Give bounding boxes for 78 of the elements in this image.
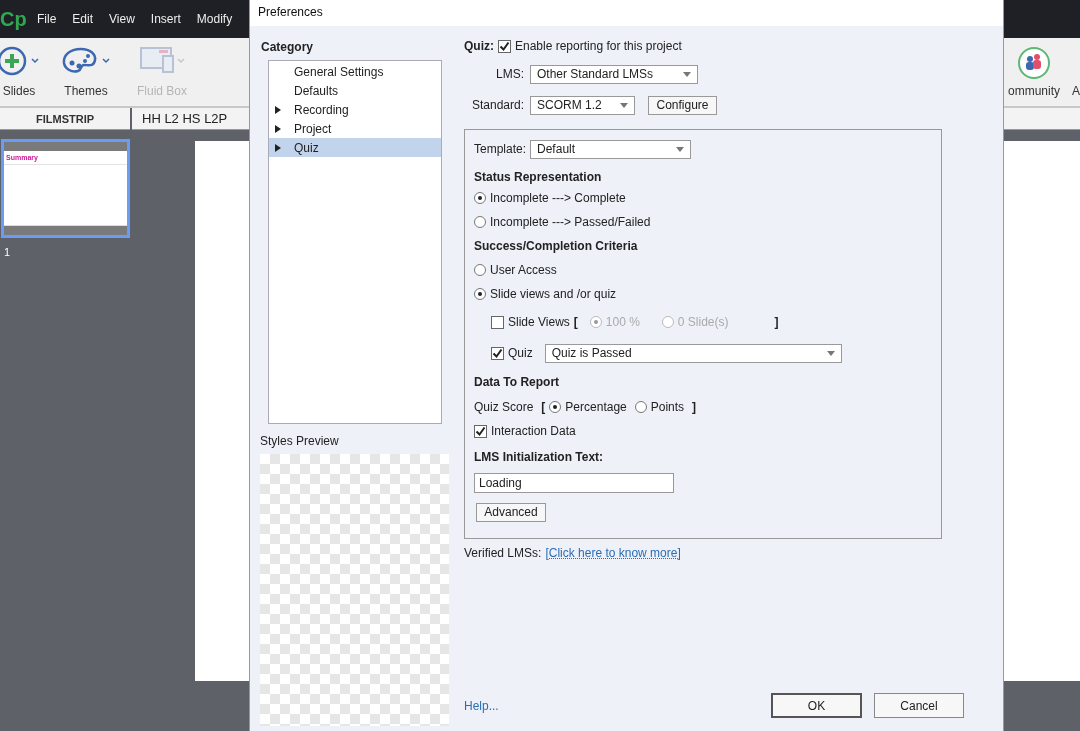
dropdown-caret-icon xyxy=(683,71,691,77)
ok-button[interactable]: OK xyxy=(771,693,862,718)
quiz-label: Quiz: xyxy=(464,39,494,53)
bracket: [ xyxy=(541,400,546,414)
toolbar-label[interactable]: Slides xyxy=(2,84,36,98)
section-heading: Status Representation xyxy=(474,170,602,184)
document-tab[interactable]: HH L2 HS L2P xyxy=(142,111,228,126)
standard-select[interactable]: SCORM 1.2 xyxy=(530,95,635,115)
option-label: 0 Slide(s) xyxy=(677,315,729,329)
radio-button[interactable] xyxy=(634,401,647,413)
category-item[interactable]: Quiz xyxy=(269,138,441,157)
bracket: ] xyxy=(692,400,697,414)
slide-number: 1 xyxy=(4,246,12,258)
init-text-field[interactable]: Loading xyxy=(474,473,674,493)
section-heading: Data To Report xyxy=(474,375,560,389)
category-item[interactable]: Defaults xyxy=(269,81,441,100)
menu-item[interactable]: View xyxy=(109,12,135,26)
cancel-button[interactable]: Cancel xyxy=(874,693,964,718)
expand-icon xyxy=(275,124,281,133)
checkbox[interactable] xyxy=(491,346,504,360)
palette-icon xyxy=(61,46,111,76)
option-label: Incomplete ---> Complete xyxy=(490,191,626,205)
radio-button[interactable] xyxy=(549,401,562,413)
radio-button[interactable] xyxy=(474,264,486,276)
menu-item[interactable]: File xyxy=(37,12,57,26)
expand-icon xyxy=(275,143,281,152)
styles-preview-label: Styles Preview xyxy=(260,434,340,448)
lms-select[interactable]: Other Standard LMSs xyxy=(530,64,698,84)
dropdown-caret-icon xyxy=(676,146,685,152)
lms-label: LMS: xyxy=(495,67,525,81)
section-heading: Success/Completion Criteria xyxy=(474,239,638,253)
slide-views-label: Slide Views xyxy=(508,315,570,329)
category-item[interactable]: Project xyxy=(269,119,441,138)
menu-item[interactable]: Edit xyxy=(72,12,94,26)
option-label: User Access xyxy=(490,263,557,277)
menu-item[interactable]: Insert xyxy=(150,12,181,26)
section-heading: LMS Initialization Text: xyxy=(474,450,604,464)
category-heading: Category xyxy=(261,40,314,54)
option-label: Slide views and /or quiz xyxy=(490,287,617,301)
expand-icon xyxy=(275,105,281,114)
radio-button[interactable] xyxy=(474,192,486,204)
bracket: ] xyxy=(774,315,779,329)
checkbox[interactable] xyxy=(498,39,511,53)
quiz-score-label: Quiz Score xyxy=(474,400,534,414)
advanced-button[interactable]: Advanced xyxy=(476,502,546,522)
quiz-condition-select[interactable]: Quiz is Passed xyxy=(544,343,842,363)
bracket: [ xyxy=(573,315,578,329)
checkbox[interactable] xyxy=(474,424,487,438)
add-slide-icon xyxy=(0,46,41,76)
help-link[interactable]: Help... xyxy=(464,699,499,713)
community-icon xyxy=(1017,46,1051,80)
option-label: Points xyxy=(650,400,685,414)
interaction-data-label: Interaction Data xyxy=(491,424,576,438)
category-item[interactable]: General Settings xyxy=(269,62,441,81)
standard-label: Standard: xyxy=(470,98,525,112)
option-label: 100 % xyxy=(605,315,640,329)
app-logo: Cp xyxy=(0,7,28,31)
option-label: Percentage xyxy=(565,400,627,414)
dialog-title: Preferences xyxy=(258,5,323,19)
fluid-box-icon xyxy=(139,46,185,76)
category-item[interactable]: Recording xyxy=(269,100,441,119)
option-label: Incomplete ---> Passed/Failed xyxy=(490,215,651,229)
know-more-link[interactable]: [Click here to know more] xyxy=(545,546,681,560)
menu-item[interactable]: Modify xyxy=(196,12,233,26)
checkbox[interactable] xyxy=(491,315,504,329)
configure-button[interactable]: Configure xyxy=(648,95,717,115)
toolbar-label[interactable]: A xyxy=(1072,84,1080,98)
enable-reporting-label: Enable reporting for this project xyxy=(515,39,682,53)
filmstrip-header: FILMSTRIP xyxy=(0,108,130,130)
template-select[interactable]: Default xyxy=(530,139,692,159)
template-label: Template: xyxy=(474,142,527,156)
toolbar-label[interactable]: ommunity xyxy=(1008,84,1060,98)
toolbar-label[interactable]: Themes xyxy=(64,84,108,98)
radio-button[interactable] xyxy=(474,216,486,228)
radio-button[interactable] xyxy=(474,288,486,300)
quiz-checkbox-label: Quiz xyxy=(508,346,533,360)
verified-lms-label: Verified LMSs: xyxy=(464,546,542,560)
dropdown-caret-icon xyxy=(826,350,835,356)
